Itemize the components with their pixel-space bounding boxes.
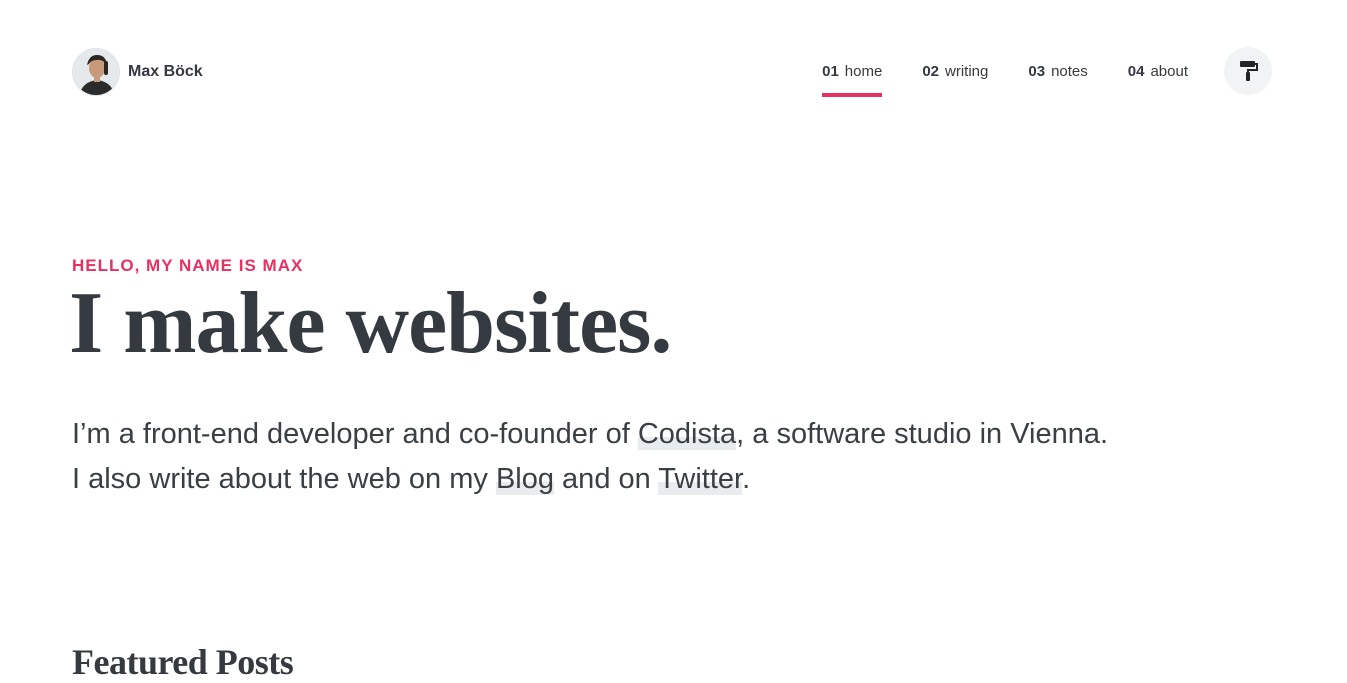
theme-switcher-button[interactable] bbox=[1224, 47, 1272, 95]
avatar bbox=[72, 48, 120, 96]
nav-number: 04 bbox=[1127, 63, 1145, 80]
nav-number: 02 bbox=[922, 63, 940, 80]
featured-posts-heading: Featured Posts bbox=[72, 642, 294, 682]
lede-text: and on bbox=[554, 463, 659, 495]
brand-link[interactable]: Max Böck bbox=[72, 47, 203, 97]
intro-kicker: Hello, my name is Max bbox=[72, 256, 304, 275]
main-nav: 01 home 02 writing 03 notes 04 about bbox=[822, 47, 1188, 97]
lede-text: . bbox=[742, 463, 751, 495]
site-header: Max Böck 01 home 02 writing 03 notes 04 abou… bbox=[72, 47, 1272, 97]
twitter-link[interactable]: Twitter bbox=[658, 463, 743, 495]
lede-text: I also write about the web on my bbox=[72, 463, 496, 495]
nav-item-about[interactable]: 04 about bbox=[1128, 47, 1188, 97]
nav-label: home bbox=[844, 63, 883, 80]
nav-label: writing bbox=[945, 63, 989, 80]
nav-number: 01 bbox=[822, 63, 839, 80]
nav-item-home[interactable]: 01 home bbox=[822, 47, 883, 97]
blog-link[interactable]: Blog bbox=[495, 463, 554, 495]
codista-link[interactable]: Codista bbox=[637, 418, 737, 450]
lede-text: I’m a front-end developer and co-founder… bbox=[72, 418, 638, 450]
page-title: I make websites. bbox=[69, 275, 672, 372]
nav-number: 03 bbox=[1028, 63, 1046, 80]
avatar-portrait bbox=[73, 49, 119, 95]
nav-item-writing[interactable]: 02 writing bbox=[922, 47, 988, 97]
intro-section: Hello, my name is Max I make websites. I… bbox=[69, 256, 1272, 502]
nav-label: notes bbox=[1051, 63, 1088, 80]
brand-name: Max Böck bbox=[128, 63, 203, 80]
intro-lede: I’m a front-end developer and co-founder… bbox=[72, 412, 1272, 502]
nav-item-notes[interactable]: 03 notes bbox=[1028, 47, 1087, 97]
paint-roller-icon bbox=[1240, 61, 1258, 81]
nav-label: about bbox=[1150, 63, 1188, 80]
lede-text: , a software studio in Vienna. bbox=[736, 418, 1109, 450]
